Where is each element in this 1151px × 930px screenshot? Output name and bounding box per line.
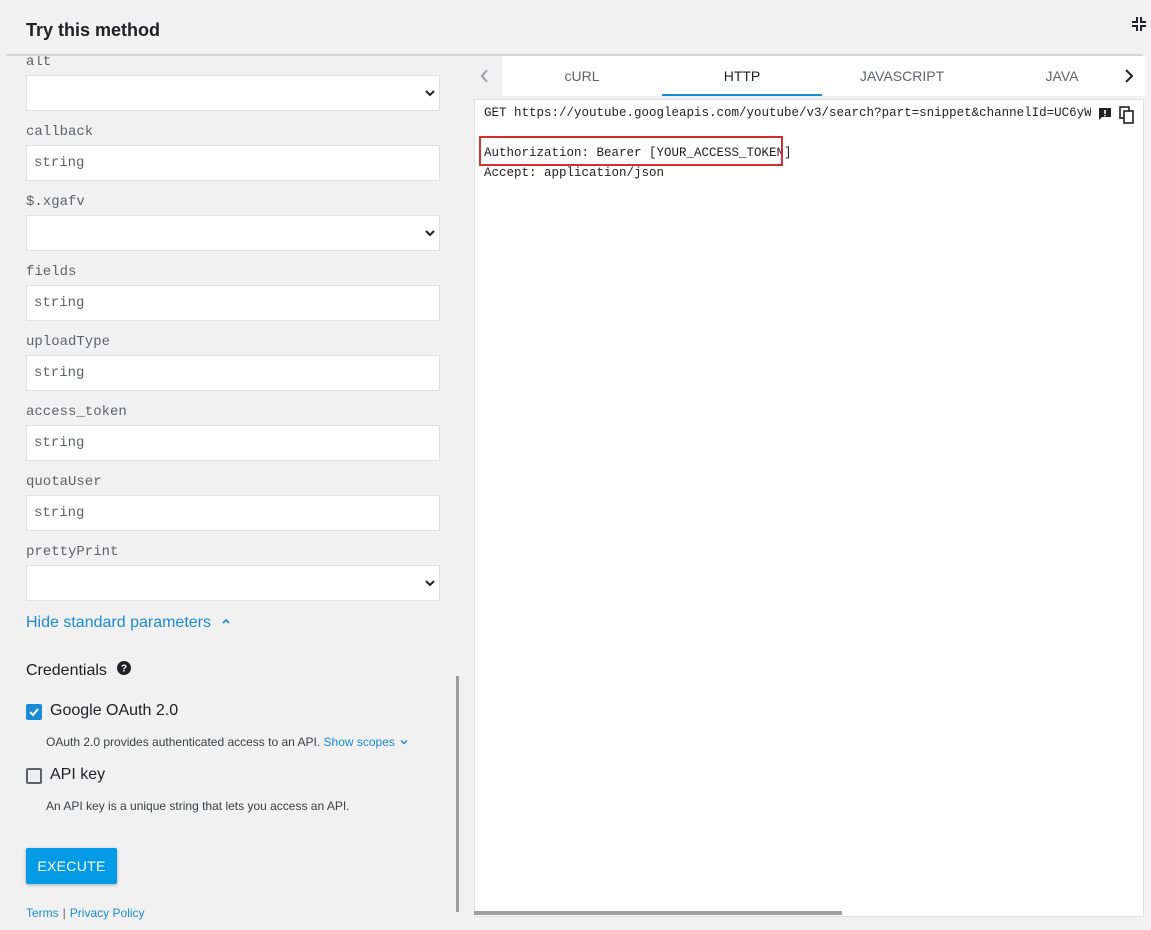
param-callback: callback string [26,122,440,181]
language-tabs: cURL HTTP JAVASCRIPT JAVA [474,56,1146,96]
tab-java[interactable]: JAVA [982,56,1112,96]
code-line: GET https://youtube.googleapis.com/youtu… [484,106,1144,120]
chevron-down-icon [400,740,408,745]
code-tools [1091,106,1143,124]
oauth-description: OAuth 2.0 provides authenticated access … [46,735,408,749]
show-scopes-label: Show scopes [323,735,395,749]
param-fields: fields string [26,262,440,321]
chevron-down-icon [425,90,435,97]
credentials-title: Credentials [26,662,107,679]
code-line: Accept: application/json [484,166,665,180]
chevron-down-icon [425,230,435,237]
highlight-box [479,136,783,166]
param-label: callback [26,124,94,140]
chevron-left-icon [480,69,488,83]
alt-select[interactable] [26,75,440,111]
footer-separator: | [62,906,66,920]
oauth-label[interactable]: Google OAuth 2.0 [50,702,178,720]
oauth-description-text: OAuth 2.0 provides authenticated access … [46,735,321,749]
tab-http[interactable]: HTTP [662,56,822,96]
chevron-right-icon [1125,69,1134,83]
tab-javascript[interactable]: JAVASCRIPT [822,56,982,96]
code-horizontal-scrollbar[interactable] [474,911,842,915]
terms-link[interactable]: Terms [26,906,59,920]
param-label: quotaUser [26,474,102,490]
copy-icon[interactable] [1119,106,1135,124]
active-tab-indicator [662,94,822,96]
param-label: $.xgafv [26,194,85,210]
api-key-label[interactable]: API key [50,766,105,784]
tabs-scroll-left-button[interactable] [474,56,500,96]
param-prettyprint: prettyPrint [26,542,440,601]
parameters-column: alt callback string $.xgafv fields strin… [6,56,456,930]
param-uploadtype: uploadType string [26,332,440,391]
code-column: cURL HTTP JAVASCRIPT JAVA GET https://yo… [460,56,1151,930]
tabs-strip: cURL HTTP JAVASCRIPT JAVA [502,56,1112,96]
svg-text:?: ? [121,664,127,675]
param-label: uploadType [26,334,111,350]
chevron-down-icon [425,580,435,587]
quotauser-input[interactable]: string [26,495,440,531]
execute-button[interactable]: EXECUTE [26,848,117,884]
feedback-icon[interactable] [1097,106,1113,122]
param-label: fields [26,264,77,280]
uploadtype-input[interactable]: string [26,355,440,391]
param-quotauser: quotaUser string [26,472,440,531]
prettyprint-select[interactable] [26,565,440,601]
tabs-scroll-right-button[interactable] [1112,56,1146,96]
fields-input[interactable]: string [26,285,440,321]
oauth-checkbox[interactable] [26,704,42,720]
hide-standard-label: Hide standard parameters [26,614,211,631]
privacy-policy-link[interactable]: Privacy Policy [70,906,145,920]
help-icon[interactable]: ? [117,661,131,675]
callback-input[interactable]: string [26,145,440,181]
param-label: prettyPrint [26,544,119,560]
panel-title: Try this method [26,20,161,40]
hide-standard-parameters-link[interactable]: Hide standard parameters [26,614,231,632]
left-scrollbar[interactable] [456,676,459,912]
tab-curl[interactable]: cURL [502,56,662,96]
collapse-fullscreen-icon[interactable] [1130,15,1148,33]
access-token-input[interactable]: string [26,425,440,461]
param-access-token: access_token string [26,402,440,461]
param-xgafv: $.xgafv [26,192,440,251]
param-alt: alt [26,56,440,111]
api-key-checkbox[interactable] [26,768,42,784]
api-key-description: An API key is a unique string that lets … [46,799,350,813]
code-sample: GET https://youtube.googleapis.com/youtu… [474,99,1144,917]
panel-header: Try this method [6,0,1146,56]
footer-links: Terms | Privacy Policy [26,906,144,920]
checkmark-icon [29,708,39,717]
try-this-method-panel: Try this method alt callback string $.xg… [6,0,1151,930]
show-scopes-link[interactable]: Show scopes [324,735,409,749]
param-label: alt [26,56,52,70]
xgafv-select[interactable] [26,215,440,251]
param-label: access_token [26,404,127,420]
chevron-up-icon [222,618,231,624]
